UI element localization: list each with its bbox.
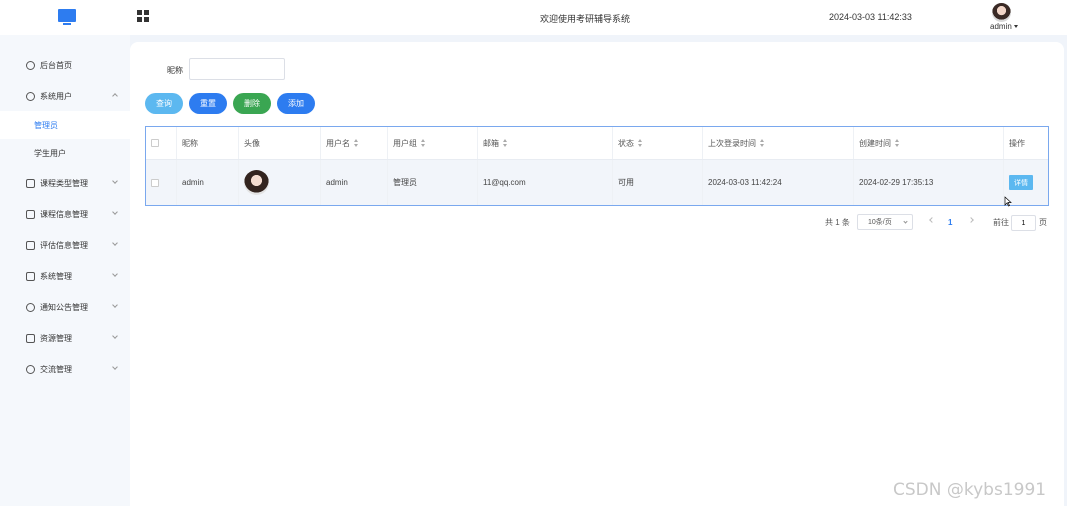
welcome-text: 欢迎使用考研辅导系统 <box>540 14 631 24</box>
reset-button[interactable]: 重置 <box>189 93 227 114</box>
user-menu[interactable]: admin <box>990 22 1018 31</box>
chevron-down-icon <box>112 333 118 339</box>
sidebar-item-course-types[interactable]: 课程类型管理 <box>0 170 130 196</box>
doc-icon <box>26 178 35 188</box>
cell-last-login: 2024-03-03 11:42:24 <box>703 160 854 205</box>
chevron-down-icon <box>112 240 118 246</box>
page-size-select[interactable]: 10条/页 <box>857 214 913 230</box>
col-status[interactable]: 状态 <box>613 127 703 159</box>
chevron-down-icon <box>112 271 118 277</box>
sidebar: 后台首页 系统用户 管理员 学生用户 课程类型管理 课程信息管理 评估信息管理 … <box>0 35 130 506</box>
chevron-down-icon <box>112 364 118 370</box>
mouse-cursor-icon <box>1004 196 1012 207</box>
col-avatar: 头像 <box>239 127 321 159</box>
pager-total: 共 1 条 <box>825 218 850 227</box>
cell-group: 管理员 <box>388 160 478 205</box>
sun-icon <box>26 302 35 312</box>
chevron-down-icon <box>112 178 118 184</box>
chevron-down-icon <box>112 209 118 215</box>
chevron-up-icon <box>112 93 118 99</box>
page-suffix: 页 <box>1039 218 1047 227</box>
current-page[interactable]: 1 <box>948 218 952 227</box>
col-last-login[interactable]: 上次登录时间 <box>703 127 854 159</box>
add-button[interactable]: 添加 <box>277 93 315 114</box>
admin-table: 昵称 头像 用户名 用户组 邮箱 状态 上次登录时间 创建时间 操作 admin… <box>145 126 1049 206</box>
sidebar-item-system-mgmt[interactable]: 系统管理 <box>0 263 130 289</box>
monitor-logo-icon <box>58 9 76 25</box>
row-select-cell <box>146 160 177 205</box>
col-email[interactable]: 邮箱 <box>478 127 613 159</box>
menu-grid-icon[interactable] <box>137 10 149 22</box>
row-checkbox[interactable] <box>151 178 159 187</box>
cell-nickname: admin <box>177 160 239 205</box>
select-all-checkbox[interactable] <box>151 139 159 147</box>
box-icon <box>26 333 35 343</box>
sort-icon <box>895 139 900 147</box>
watermark: CSDN @kybs1991 <box>893 480 1047 500</box>
goto-page-input[interactable] <box>1011 215 1036 231</box>
datetime-display: 2024-03-03 11:42:33 <box>829 12 912 22</box>
col-nickname: 昵称 <box>177 127 239 159</box>
nickname-search-input[interactable] <box>189 58 285 80</box>
row-avatar <box>244 170 269 195</box>
sidebar-item-notices[interactable]: 通知公告管理 <box>0 294 130 320</box>
query-button[interactable]: 查询 <box>145 93 183 114</box>
col-username[interactable]: 用户名 <box>321 127 388 159</box>
chevron-down-icon <box>112 302 118 308</box>
sidebar-item-communication[interactable]: 交流管理 <box>0 356 130 382</box>
user-icon <box>26 91 35 101</box>
cell-avatar <box>239 160 321 205</box>
col-created[interactable]: 创建时间 <box>854 127 1004 159</box>
table-row: admin admin 管理员 11@qq.com 可用 2024-03-03 … <box>146 160 1048 205</box>
clock-icon <box>26 60 35 70</box>
user-avatar[interactable] <box>992 3 1011 22</box>
main-panel: 昵称 查询 重置 删除 添加 昵称 头像 用户名 用户组 邮箱 状态 上次登录时… <box>130 42 1064 506</box>
sidebar-item-course-info[interactable]: 课程信息管理 <box>0 201 130 227</box>
detail-button[interactable]: 详情 <box>1009 175 1033 190</box>
delete-button[interactable]: 删除 <box>233 93 271 114</box>
cell-email: 11@qq.com <box>478 160 613 205</box>
top-header: 欢迎使用考研辅导系统 2024-03-03 11:42:33 admin <box>0 0 1067 35</box>
nickname-label: 昵称 <box>167 66 183 75</box>
table-header: 昵称 头像 用户名 用户组 邮箱 状态 上次登录时间 创建时间 操作 <box>146 127 1048 160</box>
caret-down-icon <box>1013 25 1018 29</box>
sidebar-item-home[interactable]: 后台首页 <box>0 52 130 78</box>
sidebar-item-admins[interactable]: 管理员 <box>0 111 130 139</box>
select-all-cell <box>146 127 177 159</box>
sort-icon <box>503 139 508 147</box>
prev-page-icon[interactable] <box>929 217 935 223</box>
col-group[interactable]: 用户组 <box>388 127 478 159</box>
goto-label: 前往 <box>993 218 1009 227</box>
next-page-icon[interactable] <box>968 217 974 223</box>
sort-icon <box>354 139 359 147</box>
sort-icon <box>421 139 426 147</box>
sidebar-item-students[interactable]: 学生用户 <box>0 139 130 167</box>
cell-username: admin <box>321 160 388 205</box>
cell-status: 可用 <box>613 160 703 205</box>
sidebar-item-system-users[interactable]: 系统用户 <box>0 83 130 109</box>
doc-icon <box>26 209 35 219</box>
sidebar-item-evaluation[interactable]: 评估信息管理 <box>0 232 130 258</box>
cell-created: 2024-02-29 17:35:13 <box>854 160 1004 205</box>
col-action: 操作 <box>1009 138 1025 148</box>
sort-icon <box>638 139 643 147</box>
doc-icon <box>26 240 35 250</box>
sidebar-item-resources[interactable]: 资源管理 <box>0 325 130 351</box>
headset-icon <box>26 364 35 374</box>
sort-icon <box>760 139 765 147</box>
chevron-down-icon <box>903 219 908 224</box>
folder-icon <box>26 271 35 281</box>
